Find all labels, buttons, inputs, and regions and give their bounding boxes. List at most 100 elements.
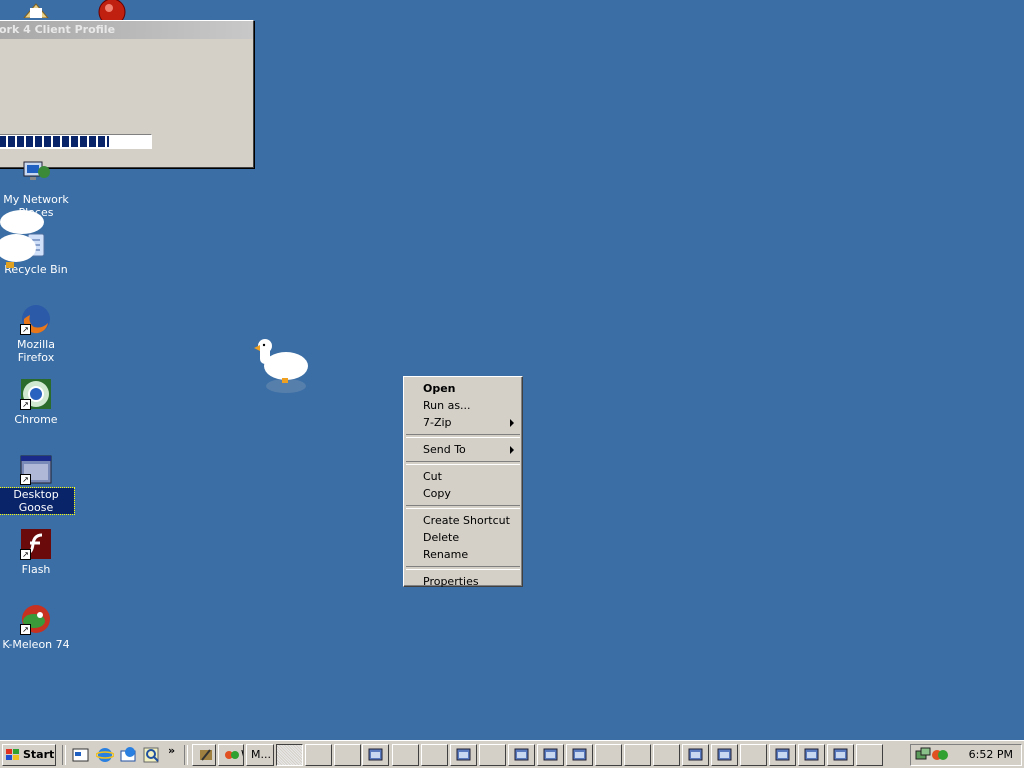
task-button[interactable] (421, 744, 448, 766)
task-button[interactable] (334, 744, 361, 766)
start-button[interactable]: Start (2, 744, 56, 766)
window-app-icon (368, 748, 383, 761)
menu-item-send-to[interactable]: Send To (406, 441, 520, 458)
task-button[interactable] (624, 744, 651, 766)
menu-item-label: 7-Zip (423, 416, 452, 429)
red-orb-icon (98, 0, 126, 26)
desktop-icon-desktop-goose[interactable]: ↗ Desktop Goose (0, 453, 75, 515)
windows-logo-icon (225, 751, 239, 759)
task-button[interactable] (769, 744, 796, 766)
dialog-title: ork 4 Client Profile (0, 21, 253, 39)
desktop-icon-label: Desktop Goose (0, 487, 75, 515)
task-button[interactable] (537, 744, 564, 766)
task-button[interactable] (827, 744, 854, 766)
clock[interactable]: 6:52 PM (969, 748, 1013, 761)
flash-icon: ↗ (20, 528, 52, 560)
menu-item-properties[interactable]: Properties (406, 573, 520, 590)
task-button[interactable] (305, 744, 332, 766)
task-button[interactable] (479, 744, 506, 766)
menu-item-create-shortcut[interactable]: Create Shortcut (406, 512, 520, 529)
task-button[interactable] (450, 744, 477, 766)
shortcut-arrow-icon: ↗ (20, 549, 31, 560)
task-button-active[interactable] (276, 744, 303, 766)
desktop-icon-k-meleon[interactable]: ↗ K-Meleon 74 (0, 603, 74, 651)
taskbar: Start » W M... 6:52 PM (0, 740, 1024, 768)
internet-explorer-icon[interactable] (96, 746, 114, 764)
start-label: Start (23, 748, 55, 761)
progress-dialog: ork 4 Client Profile (0, 20, 254, 168)
task-button[interactable] (682, 744, 709, 766)
submenu-arrow-icon (510, 446, 514, 454)
submenu-arrow-icon (510, 419, 514, 427)
menu-item-delete[interactable]: Delete (406, 529, 520, 546)
task-button[interactable] (362, 744, 389, 766)
task-button[interactable] (740, 744, 767, 766)
desktop-goose-sprite (252, 336, 312, 396)
outlook-express-icon[interactable] (119, 746, 137, 764)
menu-item-label: Send To (423, 443, 466, 456)
task-button[interactable] (653, 744, 680, 766)
documents-icon (22, 3, 50, 19)
task-button[interactable]: M... (246, 744, 274, 766)
taskbar-divider (184, 745, 188, 765)
k-meleon-icon: ↗ (20, 603, 52, 635)
shortcut-arrow-icon: ↗ (20, 474, 31, 485)
window-app-icon (717, 748, 732, 761)
system-tray: 6:52 PM (910, 744, 1022, 766)
progress-bar (0, 134, 152, 149)
task-button[interactable] (192, 744, 216, 766)
window-app-icon (514, 748, 529, 761)
desktop-icon-label: Mozilla Firefox (17, 338, 55, 364)
desktop-icon-flash[interactable]: ↗ Flash (0, 528, 74, 576)
task-button[interactable] (508, 744, 535, 766)
menu-item-copy[interactable]: Copy (406, 485, 520, 502)
menu-item-7zip[interactable]: 7-Zip (406, 414, 520, 431)
tools-icon (200, 749, 212, 761)
menu-separator (406, 566, 520, 570)
task-button[interactable] (566, 744, 593, 766)
goose-note-icon (0, 204, 48, 274)
window-app-icon (572, 748, 587, 761)
task-button[interactable] (856, 744, 883, 766)
desktop-icon-label: Flash (21, 563, 51, 576)
quicklaunch-overflow-chevron[interactable]: » (168, 744, 175, 757)
show-desktop-icon[interactable] (72, 746, 90, 764)
window-app-icon (833, 748, 848, 761)
app-tray-icon[interactable] (931, 747, 949, 763)
firefox-icon: ↗ (20, 303, 52, 335)
network-tray-icon[interactable] (915, 747, 931, 763)
menu-item-rename[interactable]: Rename (406, 546, 520, 563)
window-app-icon (688, 748, 703, 761)
desktop-icon-label: K-Meleon 74 (2, 638, 70, 651)
menu-separator (406, 505, 520, 509)
menu-separator (406, 434, 520, 438)
desktop-icon-label: Chrome (14, 413, 58, 426)
window-app-icon: ↗ (20, 453, 52, 485)
window-app-icon (775, 748, 790, 761)
menu-item-cut[interactable]: Cut (406, 468, 520, 485)
window-app-icon (456, 748, 471, 761)
menu-item-open[interactable]: Open (406, 380, 520, 397)
desktop-icon-chrome[interactable]: ↗ Chrome (0, 378, 74, 426)
task-button[interactable] (798, 744, 825, 766)
window-app-icon (543, 748, 558, 761)
task-button[interactable]: W (218, 744, 244, 766)
windows-flag-icon (6, 749, 19, 760)
shortcut-arrow-icon: ↗ (20, 324, 31, 335)
chrome-icon: ↗ (20, 378, 52, 410)
taskbar-divider (62, 745, 66, 765)
shortcut-arrow-icon: ↗ (20, 399, 31, 410)
desktop-icon-mozilla-firefox[interactable]: ↗ Mozilla Firefox (0, 303, 74, 364)
window-app-icon (804, 748, 819, 761)
task-button[interactable] (595, 744, 622, 766)
search-icon[interactable] (143, 746, 161, 764)
progress-fill (0, 136, 110, 147)
network-places-icon (20, 158, 52, 190)
task-button[interactable] (711, 744, 738, 766)
context-menu: Open Run as... 7-Zip Send To Cut Copy Cr… (403, 376, 523, 590)
menu-item-run-as[interactable]: Run as... (406, 397, 520, 414)
desktop-icon-partial-1[interactable] (20, 0, 52, 19)
task-button[interactable] (392, 744, 419, 766)
menu-separator (406, 461, 520, 465)
desktop-icon-partial-2[interactable] (96, 0, 128, 26)
